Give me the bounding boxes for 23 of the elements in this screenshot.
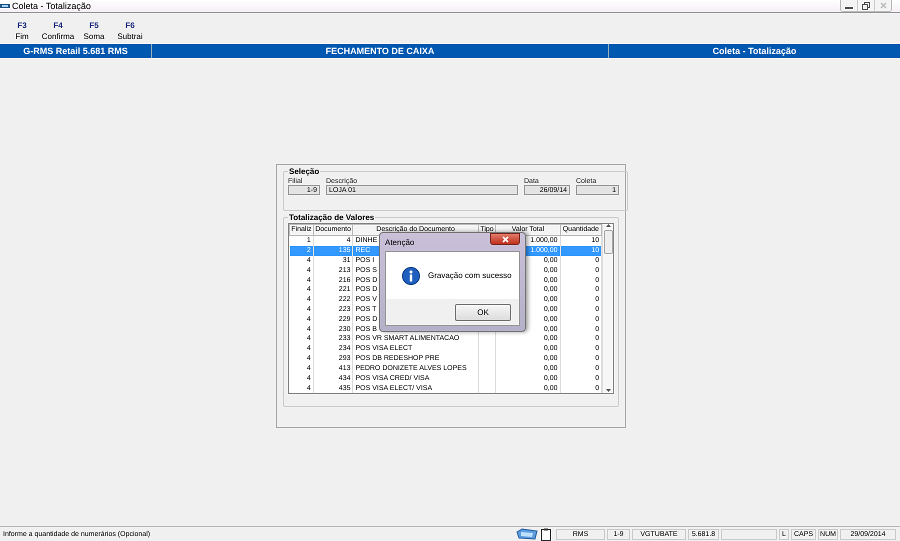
scrollbar-thumb[interactable]	[604, 230, 613, 254]
dialog-title: Atenção	[385, 238, 414, 246]
screen-title: FECHAMENTO DE CAIXA	[152, 44, 609, 58]
toolbar-button[interactable]: F3 Fim	[4, 13, 40, 44]
keyboard-icon[interactable]	[516, 528, 538, 540]
status-panel	[721, 528, 777, 540]
toolbar-button[interactable]: F4 Confirma	[40, 13, 76, 44]
scrollbar[interactable]	[602, 224, 613, 393]
scroll-up-icon[interactable]	[606, 224, 611, 228]
app-icon	[0, 2, 10, 10]
scroll-down-icon[interactable]	[606, 389, 611, 393]
close-button[interactable]	[490, 233, 520, 245]
window-title: Coleta - Totalização	[12, 1, 91, 11]
info-icon	[402, 266, 420, 284]
group-title: Seleção	[288, 167, 320, 176]
group-title: Totalização de Valores	[288, 213, 376, 222]
close-icon	[502, 236, 508, 242]
clipboard-icon[interactable]	[541, 528, 551, 540]
product-name: G-RMS Retail 5.681 RMS	[0, 44, 152, 58]
toolbar-button[interactable]: F5 Soma	[76, 13, 112, 44]
toolbar-button[interactable]: F6 Subtrai	[112, 13, 148, 44]
ok-button[interactable]: OK	[455, 304, 511, 320]
module-title: Coleta - Totalização	[712, 45, 798, 58]
